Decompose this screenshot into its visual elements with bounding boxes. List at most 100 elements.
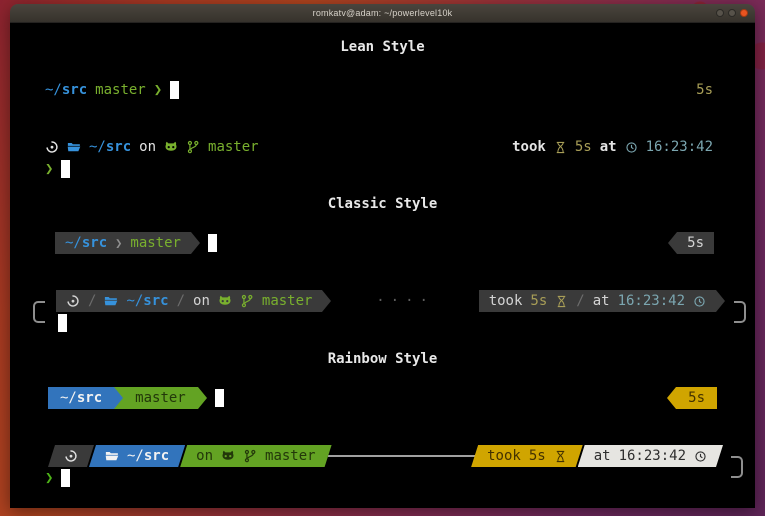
at-label: at [593, 293, 610, 309]
minimize-button[interactable] [716, 9, 724, 17]
hourglass-icon [554, 141, 567, 154]
dir-name: src [82, 235, 107, 251]
current-time: 16:23:42 [619, 448, 686, 464]
powerline-arrow-icon [191, 232, 200, 254]
current-directory: ~/src [89, 139, 131, 155]
command-duration: 5s [530, 293, 547, 309]
git-segment: on master [180, 445, 331, 467]
on-label: on [193, 293, 210, 309]
current-directory: ~/src [45, 82, 87, 98]
current-time: 16:23:42 [646, 139, 713, 155]
lean-prompt-2-line-2: ❯ [10, 158, 755, 180]
github-icon [221, 449, 235, 463]
directory-segment: ~/src [48, 387, 114, 409]
open-folder-icon [105, 449, 119, 463]
prompt-frame-left [33, 301, 45, 323]
git-branch-name: master [95, 82, 146, 98]
dir-prefix: ~/ [60, 390, 77, 406]
classic-prompt-1: ~/src ❯ master 5s [10, 232, 755, 254]
current-directory: ~/src [126, 293, 168, 309]
git-branch-name: master [208, 139, 259, 155]
terminal[interactable]: Lean Style ~/src master ❯ 5s ~/src on [10, 23, 755, 508]
window-controls [716, 9, 748, 17]
hourglass-icon [554, 450, 567, 463]
terminal-cursor [61, 469, 70, 487]
dir-prefix: ~/ [127, 448, 144, 464]
lean-prompt-2-line-1: ~/src on master took 5s at 16:23:42 [10, 136, 755, 158]
git-branch-icon [186, 140, 200, 154]
git-branch-name: master [265, 448, 316, 464]
rainbow-prompt-2-line-2: ❯ [10, 467, 755, 489]
os-segment [48, 445, 94, 467]
prompt-frame-right [731, 456, 743, 478]
powerline-arrow-icon [322, 290, 331, 312]
terminal-window: romkatv@adam: ~/powerlevel10k Lean Style… [10, 4, 755, 508]
at-label: at [594, 448, 611, 464]
current-directory: ~/src [65, 235, 107, 251]
terminal-cursor [215, 389, 224, 407]
git-branch-name: master [130, 235, 181, 251]
rainbow-prompt-2-line-1: ~/src on master took 5s [10, 445, 755, 467]
classic-prompt-2-line-2 [10, 312, 755, 334]
dir-name: src [144, 448, 169, 464]
command-duration: 5s [696, 82, 713, 98]
debian-swirl-icon [64, 449, 78, 463]
segment-separator: / [568, 293, 592, 309]
prompt-char: ❯ [45, 470, 53, 486]
command-duration: 5s [529, 448, 546, 464]
git-branch-icon [243, 449, 257, 463]
open-folder-icon [67, 140, 81, 154]
rainbow-prompt-1: ~/src master 5s [10, 387, 755, 409]
duration-segment: 5s [677, 232, 714, 254]
duration-segment: 5s [676, 387, 717, 409]
window-titlebar[interactable]: romkatv@adam: ~/powerlevel10k [10, 4, 755, 23]
terminal-cursor [61, 160, 70, 178]
duration-segment: took 5s [471, 445, 583, 467]
debian-swirl-icon [66, 294, 80, 308]
time-segment: at 16:23:42 [578, 445, 723, 467]
classic-prompt-2: / ~/src / on master ···· took [10, 290, 755, 334]
took-label: took [489, 293, 523, 309]
powerline-segment: / ~/src / on master [56, 290, 322, 312]
git-branch-icon [240, 294, 254, 308]
segment-separator: / [169, 293, 193, 309]
prompt-frame-right [734, 301, 746, 323]
powerline-arrow-icon [716, 290, 725, 312]
close-button[interactable] [740, 9, 748, 17]
dir-name: src [106, 139, 131, 155]
dir-prefix: ~/ [45, 82, 62, 98]
lean-prompt-1: ~/src master ❯ 5s [10, 79, 755, 101]
current-directory: ~/src [127, 448, 169, 464]
clock-icon [625, 141, 638, 154]
powerline-arrow-icon [114, 387, 123, 409]
dir-name: src [62, 82, 87, 98]
open-folder-icon [104, 294, 118, 308]
classic-style-heading: Classic Style [10, 194, 755, 215]
terminal-cursor [170, 81, 179, 99]
prompt-char: ❯ [154, 82, 162, 98]
clock-icon [693, 295, 706, 308]
maximize-button[interactable] [728, 9, 736, 17]
dir-prefix: ~/ [89, 139, 106, 155]
segment-separator: / [80, 293, 104, 309]
took-label: took [487, 448, 521, 464]
prompt-char: ❯ [45, 161, 53, 177]
gap-line [328, 455, 476, 457]
dir-name: src [77, 390, 102, 406]
powerline-arrow-icon [667, 387, 676, 409]
at-label: at [600, 139, 617, 155]
clock-icon [694, 450, 707, 463]
on-label: on [139, 139, 156, 155]
gap-dots: ···· [331, 293, 478, 309]
powerline-segment: took 5s / at 16:23:42 [479, 290, 716, 312]
dir-prefix: ~/ [126, 293, 143, 309]
rainbow-style-heading: Rainbow Style [10, 349, 755, 370]
segment-separator: ❯ [107, 236, 130, 250]
classic-prompt-2-line-1: / ~/src / on master ···· took [10, 290, 755, 312]
lean-style-heading: Lean Style [10, 37, 755, 58]
powerline-segment: ~/src ❯ master [55, 232, 191, 254]
github-icon [164, 140, 178, 154]
github-icon [218, 294, 232, 308]
git-branch-name: master [262, 293, 313, 309]
branch-segment: master [123, 387, 198, 409]
